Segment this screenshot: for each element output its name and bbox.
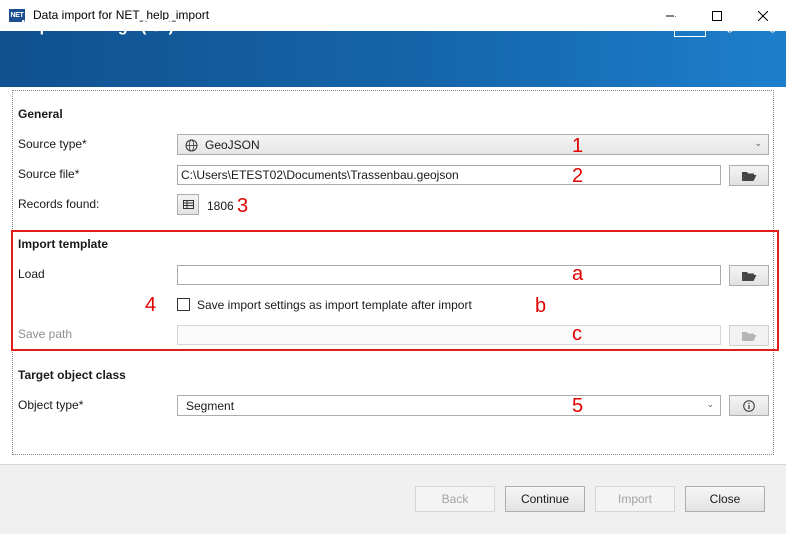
logo-box: NET bbox=[674, 15, 706, 37]
source-type-select[interactable]: GeoJSON ⌄ bbox=[177, 134, 769, 155]
source-file-input[interactable]: C:\Users\ETEST02\Documents\Trassenbau.ge… bbox=[177, 165, 721, 185]
annotation-2: 2 bbox=[572, 165, 584, 187]
records-table-button[interactable] bbox=[177, 194, 199, 215]
records-found-label: Records found: bbox=[18, 197, 100, 211]
annotation-a: a bbox=[572, 263, 584, 285]
target-object-class-heading: Target object class bbox=[18, 368, 126, 382]
annotation-5: 5 bbox=[572, 395, 584, 417]
continue-button[interactable]: Continue bbox=[505, 486, 585, 512]
object-type-info-button[interactable] bbox=[729, 395, 769, 416]
annotation-highlight-box bbox=[11, 230, 779, 351]
annotation-b: b bbox=[535, 295, 547, 317]
object-type-select[interactable]: Segment ⌄ bbox=[177, 395, 721, 416]
page-title: Import settings (1/3) bbox=[21, 18, 174, 35]
company-logo: NET Engineering bbox=[674, 14, 776, 38]
object-type-value: Segment bbox=[186, 399, 235, 413]
back-button[interactable]: Back bbox=[415, 486, 495, 512]
browse-source-file-button[interactable] bbox=[729, 165, 769, 186]
logo-text: Engineering bbox=[712, 19, 777, 33]
table-icon bbox=[182, 200, 194, 209]
records-found-value: 1806 bbox=[207, 199, 234, 213]
annotation-3: 3 bbox=[237, 195, 249, 217]
general-heading: General bbox=[18, 107, 63, 121]
object-type-label: Object type* bbox=[18, 398, 84, 412]
folder-open-icon bbox=[742, 171, 757, 181]
chevron-down-icon: ⌄ bbox=[754, 138, 762, 148]
source-file-label: Source file* bbox=[18, 167, 80, 181]
annotation-c: c bbox=[572, 323, 582, 345]
geojson-icon bbox=[185, 139, 198, 152]
chevron-down-icon: ⌄ bbox=[706, 399, 714, 409]
annotation-4: 4 bbox=[145, 294, 157, 316]
info-icon bbox=[743, 399, 755, 412]
annotation-1: 1 bbox=[572, 135, 584, 157]
import-button[interactable]: Import bbox=[595, 486, 675, 512]
header-banner bbox=[0, 31, 786, 87]
close-button[interactable]: Close bbox=[685, 486, 765, 512]
source-type-label: Source type* bbox=[18, 137, 87, 151]
source-type-value: GeoJSON bbox=[205, 138, 260, 152]
